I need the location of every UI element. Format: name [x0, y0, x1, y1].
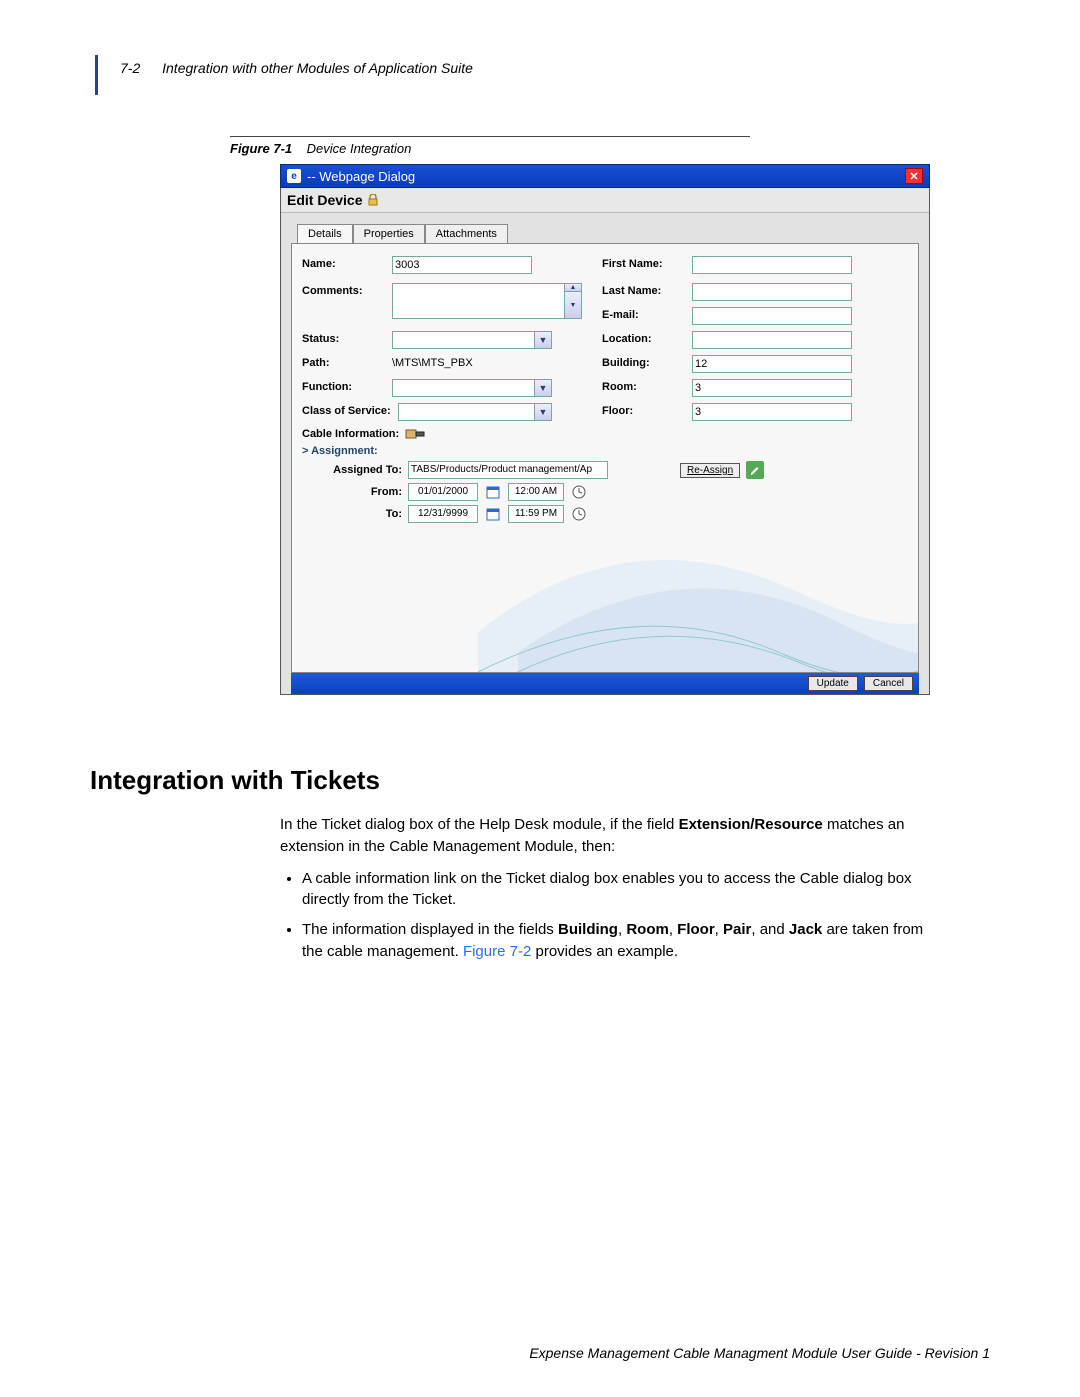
- last-name-field[interactable]: [692, 283, 852, 301]
- para1-b: Extension/Resource: [679, 816, 823, 833]
- label-last-name: Last Name:: [602, 283, 692, 301]
- dialog-window-title: -- Webpage Dialog: [307, 169, 415, 184]
- to-calendar-icon[interactable]: [484, 505, 502, 523]
- figure-title: Device Integration: [307, 141, 412, 156]
- first-name-field[interactable]: [692, 256, 852, 274]
- label-cable-info: Cable Information:: [302, 428, 399, 440]
- dialog-tabs: Details Properties Attachments: [297, 223, 919, 243]
- figure-ref-link[interactable]: Figure 7-2: [463, 943, 531, 960]
- dialog-footer: Update Cancel: [291, 673, 919, 694]
- comments-textarea[interactable]: [392, 283, 564, 319]
- bullet-1: A cable information link on the Ticket d…: [302, 868, 930, 912]
- assigned-to-field[interactable]: TABS/Products/Product management/Ap: [408, 461, 608, 479]
- label-cos: Class of Service:: [302, 403, 398, 417]
- assignment-edit-icon[interactable]: [746, 461, 764, 479]
- details-panel: Name: First Name: Comments:: [291, 243, 919, 673]
- chevron-down-icon[interactable]: ▼: [534, 403, 552, 421]
- label-path: Path:: [302, 355, 392, 369]
- function-select[interactable]: ▼: [392, 379, 552, 397]
- figure-rule: [230, 136, 750, 137]
- path-value: \MTS\MTS_PBX: [392, 355, 582, 369]
- label-first-name: First Name:: [602, 256, 692, 270]
- location-field[interactable]: [692, 331, 852, 349]
- to-date-field[interactable]: 12/31/9999: [408, 505, 478, 523]
- chevron-down-icon[interactable]: ▼: [534, 379, 552, 397]
- dialog-titlebar: e -- Webpage Dialog ✕: [280, 164, 930, 188]
- section-body: In the Ticket dialog box of the Help Des…: [280, 814, 930, 963]
- figure-label: Figure 7-1: [230, 141, 292, 156]
- comments-scroll-up[interactable]: ▲: [564, 283, 582, 292]
- label-assigned-to: Assigned To:: [332, 464, 402, 476]
- floor-field[interactable]: 3: [692, 403, 852, 421]
- edit-device-title: Edit Device: [287, 192, 362, 208]
- building-field[interactable]: 12: [692, 355, 852, 373]
- room-field[interactable]: 3: [692, 379, 852, 397]
- email-field[interactable]: [692, 307, 852, 325]
- edit-device-bar: Edit Device: [281, 188, 929, 213]
- cable-info-icon[interactable]: [405, 427, 425, 441]
- cancel-button[interactable]: Cancel: [864, 676, 913, 691]
- to-time-field[interactable]: 11:59 PM: [508, 505, 564, 523]
- label-to: To:: [332, 508, 402, 520]
- name-input[interactable]: [392, 256, 532, 274]
- tab-details[interactable]: Details: [297, 224, 353, 244]
- chevron-down-icon[interactable]: ▼: [534, 331, 552, 349]
- device-dialog: e -- Webpage Dialog ✕ Edit Device Detail…: [280, 164, 930, 695]
- from-calendar-icon[interactable]: [484, 483, 502, 501]
- update-button[interactable]: Update: [808, 676, 858, 691]
- from-clock-icon[interactable]: [570, 483, 588, 501]
- label-status: Status:: [302, 331, 392, 345]
- para1-a: In the Ticket dialog box of the Help Des…: [280, 816, 679, 833]
- label-name: Name:: [302, 256, 392, 270]
- label-room: Room:: [602, 379, 692, 393]
- comments-scroll-down[interactable]: ▼: [564, 292, 582, 319]
- status-select[interactable]: ▼: [392, 331, 552, 349]
- bullet-2: The information displayed in the fields …: [302, 919, 930, 963]
- label-comments: Comments:: [302, 283, 392, 297]
- page-header: 7-2 Integration with other Modules of Ap…: [90, 60, 990, 76]
- label-building: Building:: [602, 355, 692, 369]
- reassign-button[interactable]: Re-Assign: [680, 463, 740, 478]
- cos-select[interactable]: ▼: [398, 403, 552, 421]
- from-time-field[interactable]: 12:00 AM: [508, 483, 564, 501]
- tab-properties[interactable]: Properties: [353, 224, 425, 244]
- label-location: Location:: [602, 331, 692, 345]
- assignment-toggle[interactable]: > Assignment:: [302, 445, 908, 457]
- header-left-rule: [95, 55, 98, 95]
- section-heading: Integration with Tickets: [90, 765, 990, 796]
- page-number: 7-2: [120, 60, 140, 76]
- to-clock-icon[interactable]: [570, 505, 588, 523]
- close-button[interactable]: ✕: [905, 168, 923, 184]
- from-date-field[interactable]: 01/01/2000: [408, 483, 478, 501]
- label-from: From:: [332, 486, 402, 498]
- close-icon: ✕: [909, 170, 918, 183]
- figure-caption: Figure 7-1 Device Integration: [230, 141, 990, 156]
- page-footer: Expense Management Cable Managment Modul…: [529, 1345, 990, 1361]
- label-function: Function:: [302, 379, 392, 393]
- label-floor: Floor:: [602, 403, 692, 417]
- chapter-title: Integration with other Modules of Applic…: [162, 60, 473, 76]
- lock-icon: [366, 194, 380, 206]
- tab-attachments[interactable]: Attachments: [425, 224, 508, 244]
- label-email: E-mail:: [602, 307, 692, 325]
- ie-icon: e: [287, 169, 301, 183]
